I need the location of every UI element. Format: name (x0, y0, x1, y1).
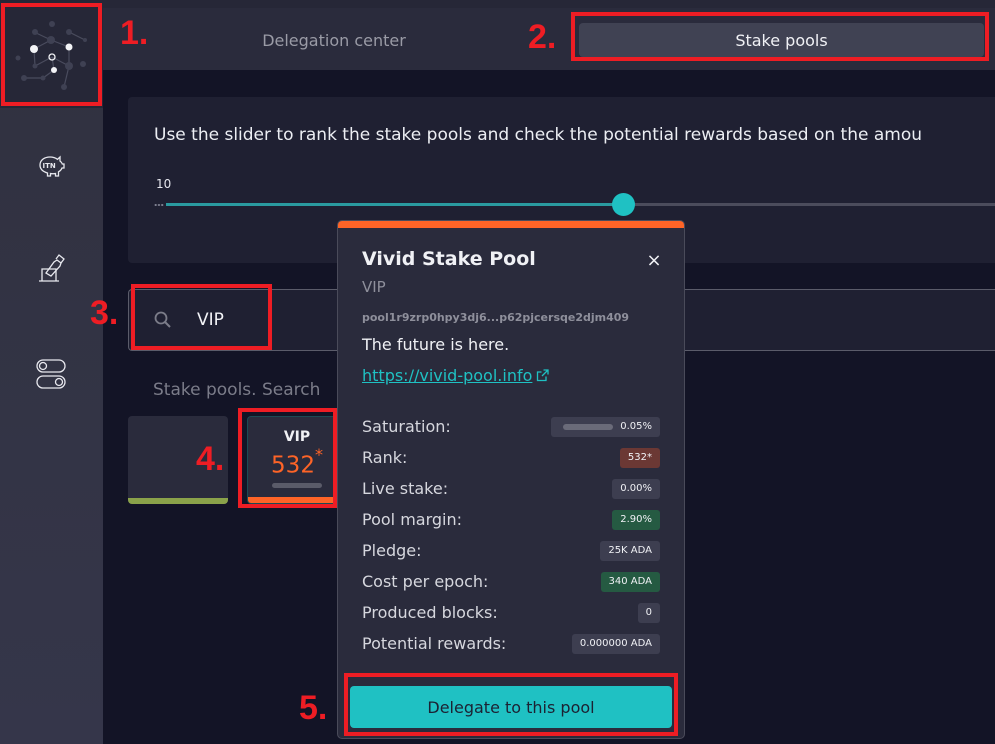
popover-accent-bar (338, 221, 684, 228)
external-link-icon (537, 369, 550, 382)
stat-rank: Rank: 532* (362, 442, 660, 473)
pool-tile-saturation-meter (272, 483, 322, 488)
pool-tile-color-bar (128, 498, 228, 504)
sidebar-item-voting[interactable] (33, 250, 69, 286)
pool-tile-ticker: VIP (283, 429, 311, 445)
app-logo[interactable] (0, 0, 103, 108)
stat-value: 340 ADA (600, 571, 660, 592)
stat-live-stake: Live stake: 0.00% (362, 473, 660, 504)
pool-tile-vip[interactable]: VIP 532* (247, 416, 347, 504)
stake-amount-slider[interactable] (166, 193, 995, 216)
pool-ticker: VIP (362, 278, 386, 296)
search-results-label: Stake pools. Search (153, 380, 321, 400)
slider-min-label: 10 (156, 177, 172, 191)
sidebar-item-itn[interactable]: ITN (33, 147, 69, 183)
delegate-to-pool-button[interactable]: Delegate to this pool (350, 686, 672, 728)
stat-value: 0.05% (551, 416, 660, 437)
stat-value: 0.000000 ADA (571, 633, 660, 654)
svg-text:ITN: ITN (43, 162, 56, 170)
ballot-vote-icon (39, 254, 65, 282)
stat-value: 532* (619, 447, 660, 468)
close-icon[interactable]: × (644, 251, 664, 271)
network-logo-icon (15, 21, 87, 90)
tab-delegation-center[interactable]: Delegation center (219, 23, 449, 57)
sidebar-item-settings[interactable] (33, 356, 69, 392)
pool-tile[interactable] (128, 416, 228, 504)
stat-value: 0.00% (612, 478, 660, 499)
annotation-label-5: 5. (299, 689, 328, 727)
stat-pledge: Pledge: 25K ADA (362, 535, 660, 566)
stat-saturation: Saturation: 0.05% (362, 411, 660, 442)
slider-thumb[interactable] (612, 193, 635, 216)
pool-tile-rank: 532* (271, 445, 323, 479)
pool-name: Vivid Stake Pool (362, 248, 536, 270)
pool-tile-color-bar (248, 497, 346, 503)
pool-details-popover: Vivid Stake Pool × VIP pool1r9zrp0hpy3dj… (337, 220, 685, 739)
pool-stats: Saturation: 0.05% Rank: 532* Live stake:… (362, 411, 660, 659)
tab-stake-pools[interactable]: Stake pools (579, 23, 984, 57)
piggy-bank-icon: ITN (39, 155, 65, 177)
toggle-switches-icon (36, 359, 66, 389)
stat-cost-per-epoch: Cost per epoch: 340 ADA (362, 566, 660, 597)
sidebar: ITN (0, 0, 103, 744)
search-icon (154, 311, 171, 328)
stat-produced-blocks: Produced blocks: 0 (362, 597, 660, 628)
pool-id: pool1r9zrp0hpy3dj6...p62pjcersqe2djm409 (362, 311, 630, 324)
slider-start-dots (154, 204, 164, 206)
pool-homepage-link[interactable]: https://vivid-pool.info (362, 366, 550, 385)
stat-value: 25K ADA (600, 540, 660, 561)
pool-description: The future is here. (362, 335, 510, 354)
slider-description: Use the slider to rank the stake pools a… (154, 125, 923, 145)
saturation-bar (563, 423, 614, 430)
stat-potential-rewards: Potential rewards: 0.000000 ADA (362, 628, 660, 659)
top-tab-bar: Delegation center Stake pools (103, 0, 995, 70)
stat-value: 2.90% (612, 509, 660, 530)
slider-fill (166, 203, 623, 206)
stat-value: 0 (637, 602, 660, 623)
stat-pool-margin: Pool margin: 2.90% (362, 504, 660, 535)
